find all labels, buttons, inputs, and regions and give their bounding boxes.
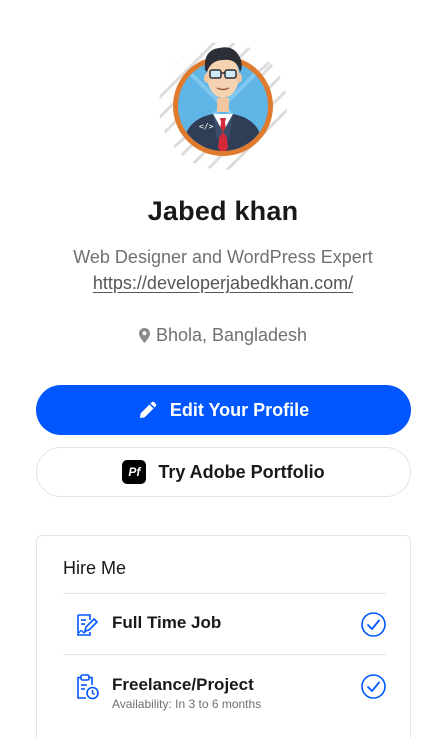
contract-pen-icon: [77, 614, 99, 636]
edit-profile-label: Edit Your Profile: [169, 399, 310, 420]
hire-option-availability: Availability: In 3 to 6 months: [112, 697, 262, 711]
profile-tagline: Web Designer and WordPress Expert: [73, 247, 373, 267]
profile-name: Jabed khan: [147, 196, 299, 226]
hire-me-title: Hire Me: [63, 558, 127, 578]
hire-divider: [63, 593, 386, 594]
hire-option-label: Full Time Job: [112, 613, 222, 632]
clipboard-clock-icon: [77, 674, 99, 700]
hire-me-card: Hire Me Full Time Job Freelance/Project …: [36, 535, 411, 738]
profile-avatar: </>: [157, 40, 289, 172]
edit-profile-button[interactable]: Edit Your Profile: [36, 385, 411, 435]
try-adobe-portfolio-label: Try Adobe Portfolio: [158, 461, 325, 482]
adobe-portfolio-icon: Pf: [122, 460, 147, 484]
try-adobe-portfolio-button[interactable]: Pf Try Adobe Portfolio: [36, 447, 411, 497]
check-circle-icon: [361, 612, 386, 637]
check-circle-icon: [361, 674, 386, 699]
profile-website-link[interactable]: https://developerjabedkhan.com/: [0, 273, 446, 294]
svg-text:</>: </>: [199, 122, 214, 131]
location-pin-icon: [138, 328, 150, 343]
profile-location: Bhola, Bangladesh: [0, 325, 446, 346]
hire-option-label: Freelance/Project: [112, 675, 254, 694]
pencil-icon: [139, 401, 157, 418]
hire-option-freelance[interactable]: Freelance/Project Availability: In 3 to …: [63, 674, 386, 711]
location-text: Bhola, Bangladesh: [155, 325, 308, 345]
hire-divider: [63, 654, 386, 655]
hire-option-full-time[interactable]: Full Time Job: [63, 612, 386, 638]
